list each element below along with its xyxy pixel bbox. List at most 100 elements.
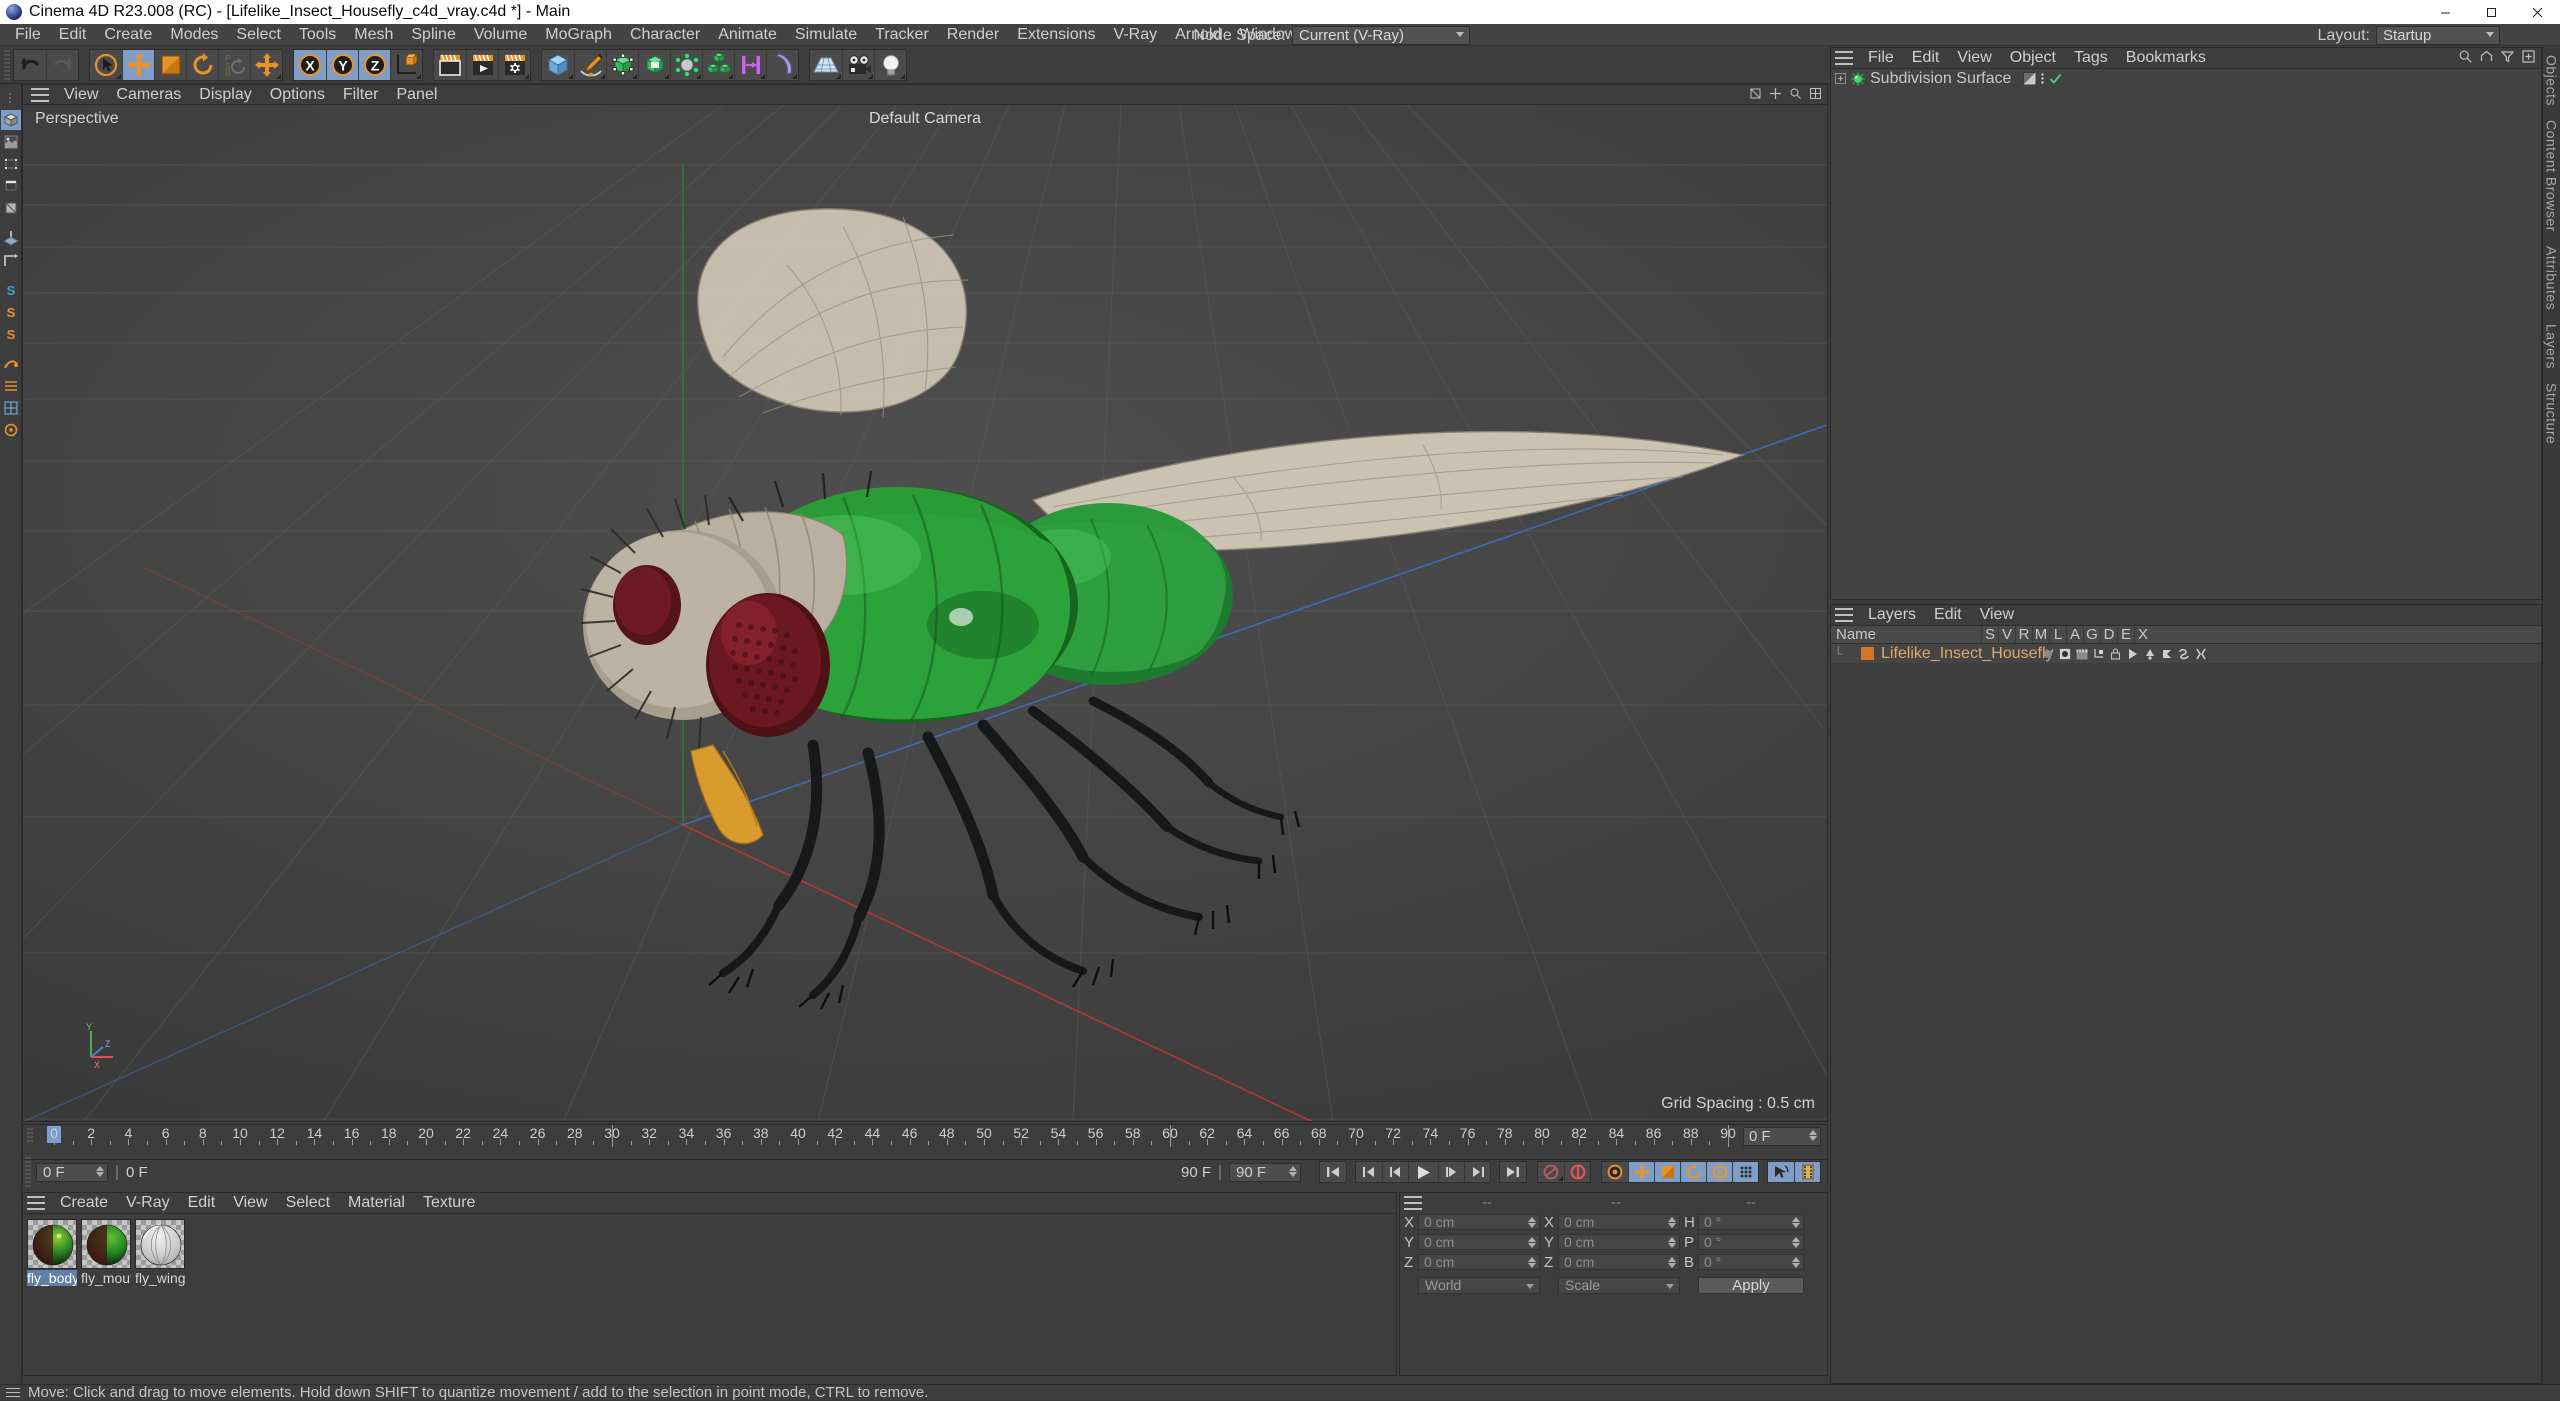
step-forward-button[interactable] [1438,1162,1464,1182]
coordinate-mode-select[interactable]: Scale [1558,1276,1680,1294]
layer-color-swatch[interactable] [1861,647,1874,660]
spinner-icon[interactable] [1528,1257,1536,1268]
layer-col-r[interactable]: R [2015,626,2032,643]
floor-environment-button[interactable] [810,49,842,80]
add-spline-pen-button[interactable] [574,49,606,80]
object-menu-file[interactable]: File [1859,49,1903,67]
material-item-fly-body[interactable]: fly_body [27,1219,77,1286]
layer-col-a[interactable]: A [2066,626,2083,643]
viewport-menu-filter[interactable]: Filter [334,86,388,104]
object-row-subdivision-surface[interactable]: Subdivision Surface [1831,69,2541,88]
lock-z-axis-button[interactable]: Z [358,49,390,80]
layer-col-e[interactable]: E [2117,626,2134,643]
polygon-mode-icon[interactable] [1,198,21,218]
layer-menu-edit[interactable]: Edit [1925,606,1971,624]
home-icon[interactable] [2480,50,2493,63]
position-z-field[interactable]: 0 cm [1418,1254,1540,1270]
render-view-button[interactable] [434,49,466,80]
menu-item-select[interactable]: Select [227,24,289,46]
texture-axis-icon[interactable] [1,376,21,396]
move-tool-button[interactable] [122,49,154,80]
workplane-icon[interactable] [1,228,21,248]
layer-manager-icon[interactable] [2090,648,2107,660]
position-key-button[interactable] [1628,1162,1654,1182]
material-preview-fly-mouth[interactable] [81,1219,131,1269]
viewport-menu-panel[interactable]: Panel [387,86,446,104]
edge-mode-icon[interactable] [1,176,21,196]
menu-item-tools[interactable]: Tools [290,24,345,46]
rotation-h-field[interactable]: 0 ° [1698,1214,1804,1230]
material-item-fly-mouth[interactable]: fly_mout [81,1219,131,1286]
viewport-menu-view[interactable]: View [55,86,107,104]
transport-drag-grip[interactable] [25,1157,31,1187]
layer-generator-icon[interactable] [2141,648,2158,660]
film-strip-button[interactable] [1794,1162,1820,1182]
material-menu-vray[interactable]: V-Ray [117,1194,179,1212]
param-key-button[interactable]: P [1706,1162,1732,1182]
size-y-field[interactable]: 0 cm [1558,1234,1680,1250]
spinner-icon[interactable] [1792,1217,1800,1228]
object-menu-tags[interactable]: Tags [2065,49,2117,67]
snap-settings-s-icon[interactable]: S [1,324,21,344]
coordinate-system-select[interactable]: World [1418,1276,1540,1294]
material-menu-material[interactable]: Material [339,1194,414,1212]
layer-row[interactable]: └ Lifelike_Insect_Housefly [1831,644,2541,663]
size-z-field[interactable]: 0 cm [1558,1254,1680,1270]
render-settings-button[interactable] [498,49,530,80]
material-preview-fly-body[interactable] [27,1219,77,1269]
vtab-content-browser[interactable]: Content Browser [2544,120,2560,232]
position-y-field[interactable]: 0 cm [1418,1234,1540,1250]
layer-xpresso-icon[interactable] [2192,648,2209,660]
layer-visible-icon[interactable] [2056,647,2073,660]
add-panel-icon[interactable] [2522,50,2535,63]
filter-icon[interactable] [2501,50,2514,63]
move-axis-button[interactable] [250,49,282,80]
lock-x-axis-button[interactable]: X [294,49,326,80]
check-tag-icon[interactable] [2049,72,2062,85]
object-menu-bookmarks[interactable]: Bookmarks [2117,49,2215,67]
timeline-ruler[interactable]: 0246810121416182022242628303234363840424… [45,1125,1737,1147]
rotation-p-field[interactable]: 0 ° [1698,1234,1804,1250]
object-menu-object[interactable]: Object [2001,49,2065,67]
dots-tag-icon[interactable] [2040,72,2045,85]
texture-mode-icon[interactable] [1,132,21,152]
light-button[interactable] [874,49,906,80]
add-generator-button[interactable] [606,49,638,80]
layer-col-x[interactable]: X [2134,626,2151,643]
viewport-layout-icon[interactable] [1810,88,1821,99]
lock-y-axis-button[interactable]: Y [326,49,358,80]
menu-item-render[interactable]: Render [938,24,1008,46]
scale-tool-button[interactable] [154,49,186,80]
node-space-select[interactable]: Current (V-Ray) [1292,26,1470,45]
menu-item-mesh[interactable]: Mesh [345,24,402,46]
layer-deformer-icon[interactable] [2158,648,2175,660]
layer-solo-icon[interactable] [2039,648,2056,660]
subdivision-surface-button[interactable] [638,49,670,80]
go-to-start-button[interactable] [1320,1162,1346,1182]
point-mode-icon[interactable] [1,154,21,174]
material-item-fly-wing[interactable]: fly_wing: [135,1219,185,1286]
layer-expression-icon[interactable] [2175,648,2192,660]
add-deformer-button[interactable] [670,49,702,80]
material-menu-texture[interactable]: Texture [414,1194,484,1212]
keyframe-selection-button[interactable] [1602,1162,1628,1182]
layer-col-m[interactable]: M [2032,626,2049,643]
vtab-structure[interactable]: Structure [2544,383,2560,444]
menu-item-tracker[interactable]: Tracker [866,24,938,46]
mograph-button[interactable] [702,49,734,80]
psr-button[interactable]: PSR [218,49,250,80]
live-selection-button[interactable] [90,49,122,80]
expand-toggle-icon[interactable] [1835,73,1846,84]
anim-end-frame-field[interactable]: 90 F [1229,1162,1301,1182]
layer-col-g[interactable]: G [2083,626,2100,643]
spinner-icon[interactable] [1528,1237,1536,1248]
spinner-icon[interactable] [1668,1217,1676,1228]
menu-item-extensions[interactable]: Extensions [1008,24,1104,46]
add-cube-button[interactable] [542,49,574,80]
timeline-current-frame-field[interactable]: 0 F [1743,1127,1821,1146]
axis-lock-icon[interactable] [1,250,21,270]
timeline-drag-grip[interactable] [27,1128,33,1144]
position-x-field[interactable]: 0 cm [1418,1214,1540,1230]
menu-item-simulate[interactable]: Simulate [786,24,866,46]
menu-item-modes[interactable]: Modes [161,24,227,46]
